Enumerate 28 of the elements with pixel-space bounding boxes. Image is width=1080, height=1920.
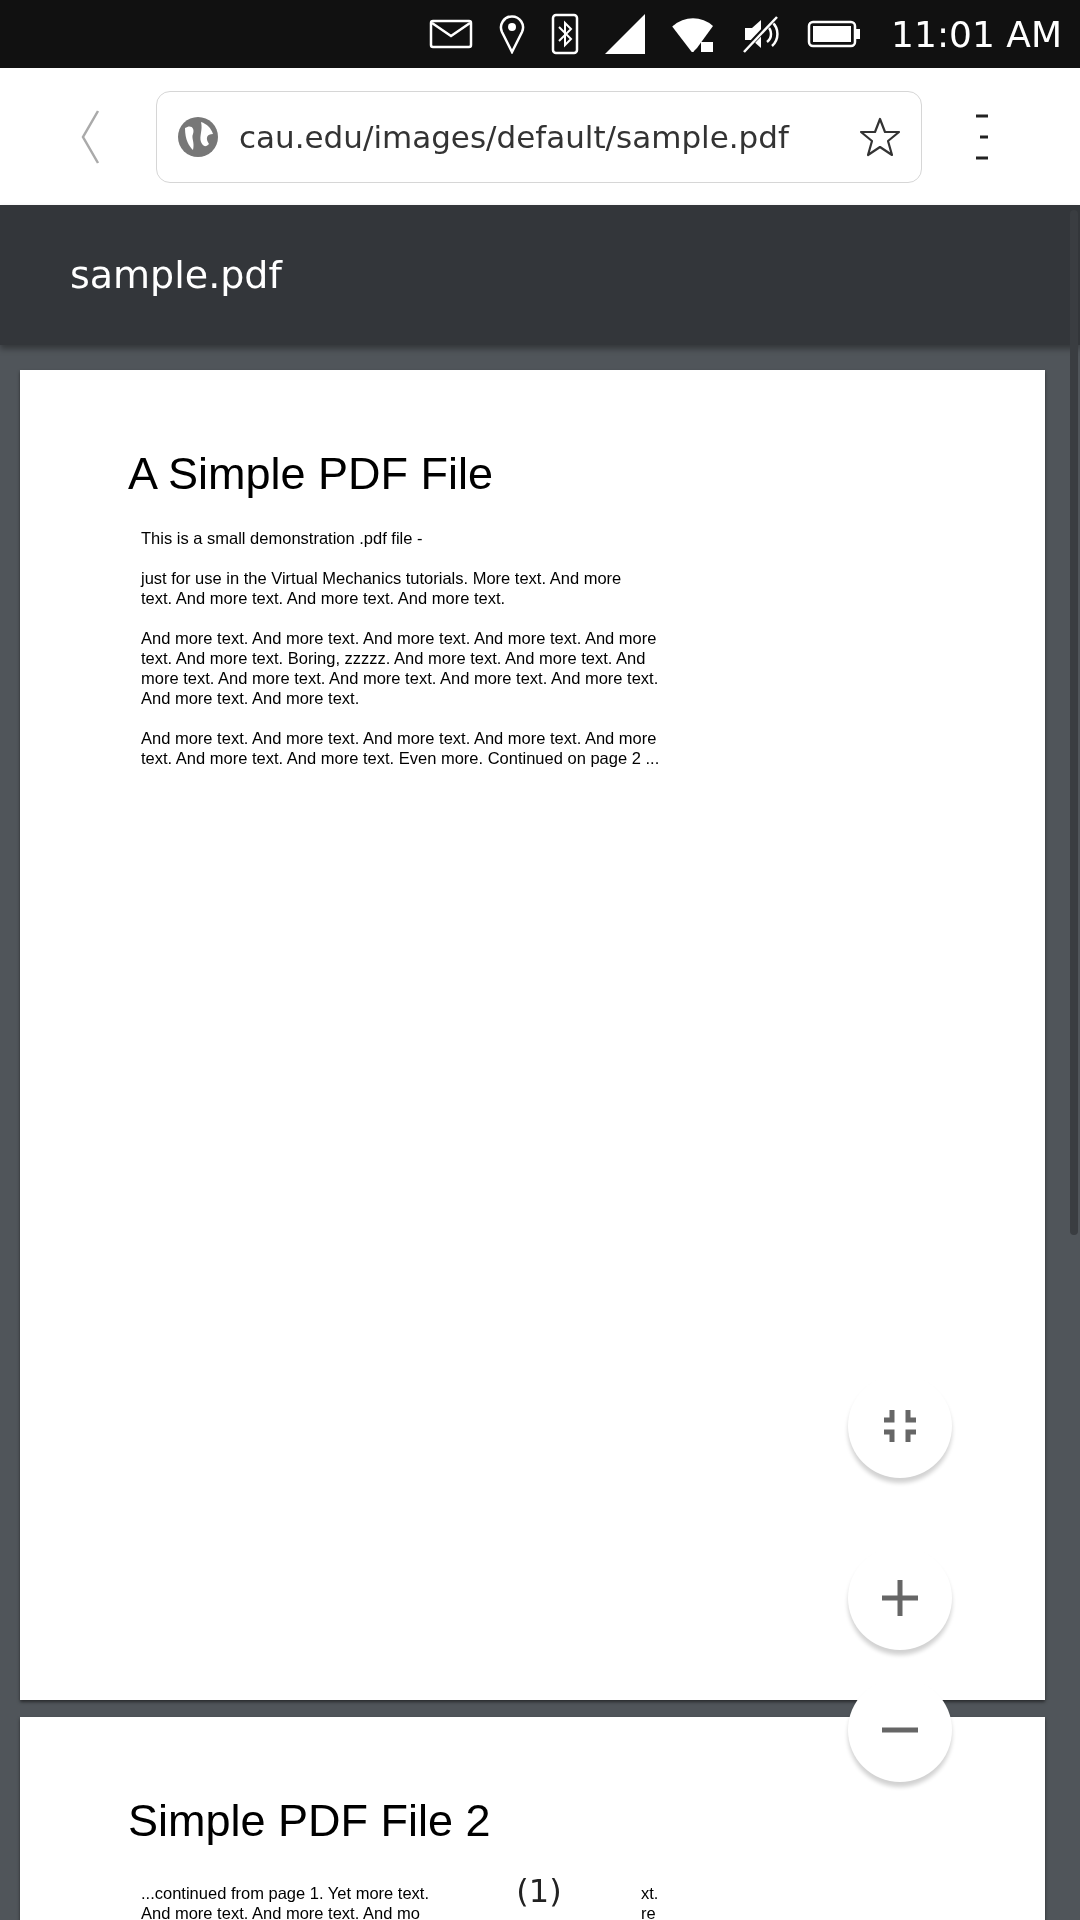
scrollbar[interactable] [1070, 210, 1078, 1235]
address-field[interactable]: cau.edu/images/default/sample.pdf [156, 90, 922, 183]
text-line: xt. [641, 1883, 659, 1903]
paragraph: just for use in the Virtual Mechanics tutorials. More text. And more text. And more text. And more text. And more text. [141, 568, 623, 608]
text-line: ...continued from page 1. Yet more text. [141, 1883, 429, 1903]
paragraph: This is a small demonstration .pdf file - [141, 528, 424, 548]
bluetooth-icon [551, 13, 580, 55]
location-icon [499, 14, 526, 54]
page-heading: A Simple PDF File [128, 448, 495, 500]
url-text: cau.edu/images/default/sample.pdf [239, 118, 791, 155]
battery-icon [807, 20, 862, 48]
mail-icon [429, 19, 474, 49]
globe-icon [177, 115, 219, 158]
page-heading: Simple PDF File 2 [128, 1795, 492, 1847]
signal-icon [605, 14, 646, 54]
collapse-icon [882, 1408, 918, 1444]
muted-speaker-icon [741, 14, 782, 54]
bookmark-star-icon[interactable] [859, 116, 901, 157]
plus-icon [882, 1580, 918, 1616]
minus-icon [882, 1727, 918, 1733]
paragraph: And more text. And more text. And more text. And more text. And more text. And more text. Boring, zzzzz. And more text. And more text. And more text. And more text. And more text. And more text. And more text. And more text. And more text. [141, 628, 660, 708]
wifi-locked-icon [671, 16, 716, 52]
document-title: sample.pdf [70, 253, 282, 297]
paragraph: And more text. And more text. And more text. And more text. And more text. And more text. And more text. Even more. Continued on page 2 ... [141, 728, 661, 768]
text-line: re [641, 1903, 656, 1920]
clock-time: 11:01 AM [891, 13, 1062, 55]
text-line: And more text. And more text. And mo [141, 1903, 420, 1920]
chevron-left-icon [80, 108, 100, 165]
